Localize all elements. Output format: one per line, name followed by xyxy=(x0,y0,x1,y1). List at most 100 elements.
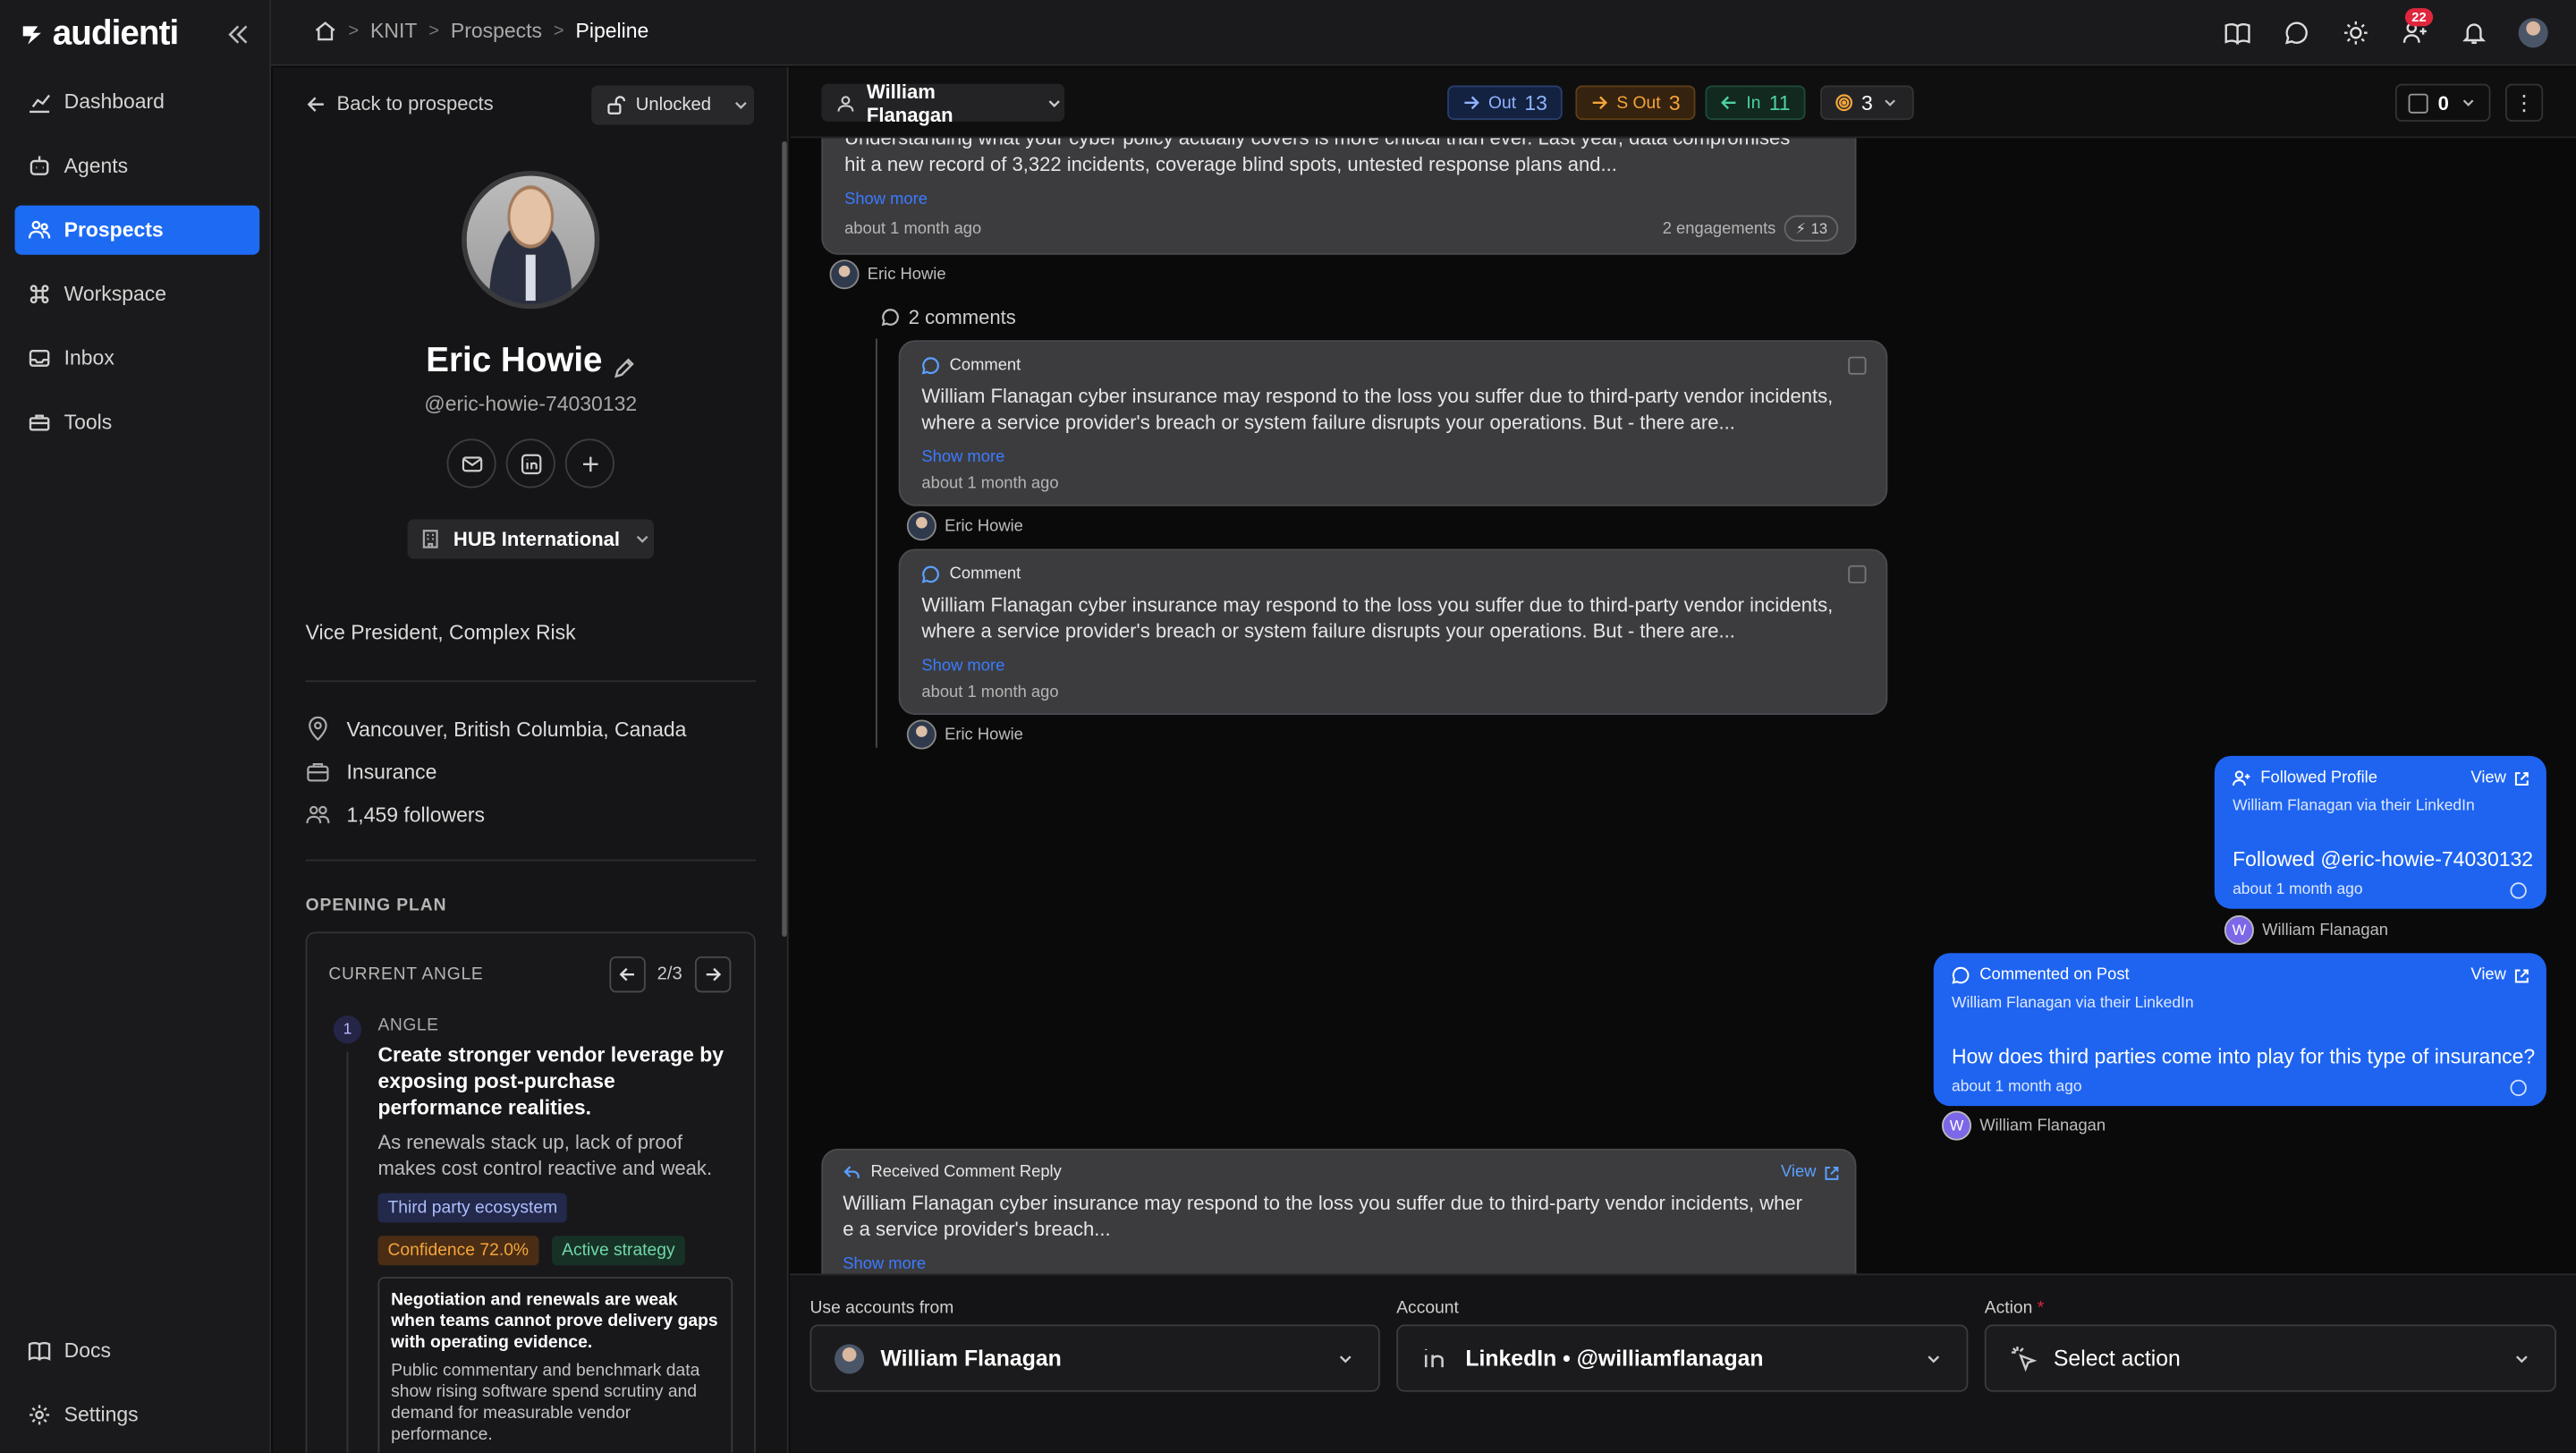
comments-header[interactable]: 2 comments xyxy=(880,306,1016,328)
company-dropdown[interactable]: HUB International xyxy=(407,519,655,559)
app-logo[interactable]: audienti xyxy=(20,15,179,53)
received-reply-card[interactable]: Received Comment Reply View William Flan… xyxy=(821,1148,1857,1274)
toolbox-icon xyxy=(28,411,51,434)
email-button[interactable] xyxy=(446,438,496,489)
unlock-status-label: Unlocked xyxy=(635,95,712,115)
home-icon[interactable] xyxy=(314,20,337,43)
activity-time: about 1 month ago xyxy=(2233,880,2363,899)
scheduled-out-count: 3 xyxy=(1668,90,1681,115)
nav-tools[interactable]: Tools xyxy=(15,397,260,446)
add-contact-button[interactable] xyxy=(564,438,614,489)
select-checkbox[interactable] xyxy=(2408,92,2428,113)
tag-confidence: Confidence 72.0% xyxy=(377,1236,539,1266)
bell-icon[interactable] xyxy=(2461,20,2487,46)
show-more-link[interactable]: Show more xyxy=(843,1255,926,1273)
accounts-dropdown[interactable]: William Flanagan xyxy=(809,1324,1380,1392)
linkedin-button[interactable] xyxy=(505,438,555,489)
briefcase-icon xyxy=(306,760,331,785)
comment-time: about 1 month ago xyxy=(921,684,1059,702)
post-author: Eric Howie xyxy=(829,259,946,290)
outbound-stat[interactable]: Out 13 xyxy=(1447,85,1563,121)
nav-inbox[interactable]: Inbox xyxy=(15,334,260,383)
plus-icon xyxy=(579,453,600,474)
view-label: View xyxy=(1780,1163,1817,1182)
nav-agents[interactable]: Agents xyxy=(15,141,260,191)
scheduled-out-stat[interactable]: S Out 3 xyxy=(1575,85,1696,121)
next-angle-button[interactable] xyxy=(694,956,732,993)
activity-author: W William Flanagan xyxy=(1941,1110,2106,1141)
selected-count: 0 xyxy=(2437,90,2449,115)
view-link[interactable]: View xyxy=(2470,966,2529,984)
book-open-icon[interactable] xyxy=(2224,20,2250,46)
view-label: View xyxy=(2470,965,2506,985)
comment-card[interactable]: Comment William Flanagan cyber insurance… xyxy=(898,548,1888,715)
show-more-link[interactable]: Show more xyxy=(844,191,928,208)
comment-text-line: William Flanagan cyber insurance may res… xyxy=(921,384,1834,408)
view-link[interactable]: View xyxy=(1780,1163,1839,1182)
chat-icon[interactable] xyxy=(2284,20,2309,46)
breadcrumb-knit[interactable]: KNIT xyxy=(370,20,417,43)
reply-text: William Flanagan cyber insurance may res… xyxy=(843,1190,1844,1243)
profile-scrollbar[interactable] xyxy=(782,140,787,937)
prev-angle-button[interactable] xyxy=(609,956,646,993)
nav-docs[interactable]: Docs xyxy=(15,1326,260,1375)
step-connector xyxy=(346,1051,349,1453)
author-avatar: W xyxy=(1941,1110,1972,1141)
angle-label: ANGLE xyxy=(377,1015,439,1036)
collapse-sidebar-icon[interactable] xyxy=(226,23,250,47)
angle-pager: 2/3 xyxy=(657,964,682,985)
industry-text: Insurance xyxy=(346,760,437,784)
nav-prospects[interactable]: Prospects xyxy=(14,205,260,255)
expand-icon[interactable] xyxy=(1848,356,1867,375)
show-more-link[interactable]: Show more xyxy=(921,448,1004,466)
expand-icon[interactable] xyxy=(1848,565,1867,584)
account-dropdown[interactable]: LinkedIn • @williamflanagan xyxy=(1396,1324,1969,1392)
comment-icon xyxy=(921,565,939,583)
users-icon xyxy=(28,218,51,242)
nav-dashboard[interactable]: Dashboard xyxy=(15,77,260,126)
pencil-icon[interactable] xyxy=(613,351,636,379)
show-more-link[interactable]: Show more xyxy=(921,658,1004,676)
more-vertical-icon: ⋮ xyxy=(2513,89,2536,115)
feed-user-dropdown[interactable]: William Flanagan xyxy=(821,80,1065,126)
view-link[interactable]: View xyxy=(2470,769,2529,787)
mail-icon xyxy=(461,453,482,474)
activity-type: Commented on Post xyxy=(1952,966,2130,984)
location-row: Vancouver, British Columbia, Canada xyxy=(306,716,686,742)
comment-card[interactable]: Comment William Flanagan cyber insurance… xyxy=(898,340,1888,506)
reply-type: Received Comment Reply xyxy=(843,1163,1062,1182)
chevron-down-icon xyxy=(1881,94,1899,112)
select-all-dropdown[interactable]: 0 xyxy=(2394,83,2491,122)
back-to-prospects-link[interactable]: Back to prospects xyxy=(306,92,494,115)
action-dropdown[interactable]: Select action xyxy=(1984,1324,2556,1392)
sun-icon[interactable] xyxy=(2343,20,2368,46)
breadcrumb-prospects[interactable]: Prospects xyxy=(451,20,542,43)
angle-title: Create stronger vendor leverage by expos… xyxy=(377,1043,724,1119)
followed-profile-card[interactable]: Followed Profile View William Flanagan v… xyxy=(2214,755,2546,909)
unlock-status-dropdown[interactable]: Unlocked xyxy=(591,85,755,125)
comment-text-line: William Flanagan cyber insurance may res… xyxy=(921,593,1834,616)
arrow-left-icon xyxy=(1720,94,1738,112)
more-options-button[interactable]: ⋮ xyxy=(2504,83,2544,122)
chevron-down-icon xyxy=(1335,1349,1355,1369)
sidebar: audienti Dashboard Agents Prospects Work… xyxy=(0,0,272,1453)
account-value: LinkedIn • @williamflanagan xyxy=(1465,1346,1764,1371)
arrow-right-icon xyxy=(1590,94,1608,112)
target-dropdown[interactable]: 3 xyxy=(1820,85,1914,121)
inbound-stat[interactable]: In 11 xyxy=(1705,85,1806,121)
inbound-label: In xyxy=(1746,92,1761,113)
post-time: about 1 month ago xyxy=(844,220,982,239)
comment-text-line: where a service provider's breach or sys… xyxy=(921,619,1735,643)
activity-message: Followed @eric-howie-74030132 xyxy=(2233,847,2534,871)
comment-icon xyxy=(921,357,939,375)
nav-label: Prospects xyxy=(64,218,164,242)
linkedin-icon xyxy=(520,453,541,474)
nav-settings[interactable]: Settings xyxy=(15,1390,260,1440)
nav-label: Dashboard xyxy=(64,90,165,114)
comment-time: about 1 month ago xyxy=(921,474,1059,494)
user-avatar[interactable] xyxy=(2518,18,2548,48)
nav-workspace[interactable]: Workspace xyxy=(15,269,260,319)
activity-feed: William Flanagan Out 13 S Out 3 In 11 3 xyxy=(790,67,2576,1274)
author-name: William Flanagan xyxy=(2262,921,2389,939)
commented-on-post-card[interactable]: Commented on Post View William Flanagan … xyxy=(1933,953,2546,1107)
